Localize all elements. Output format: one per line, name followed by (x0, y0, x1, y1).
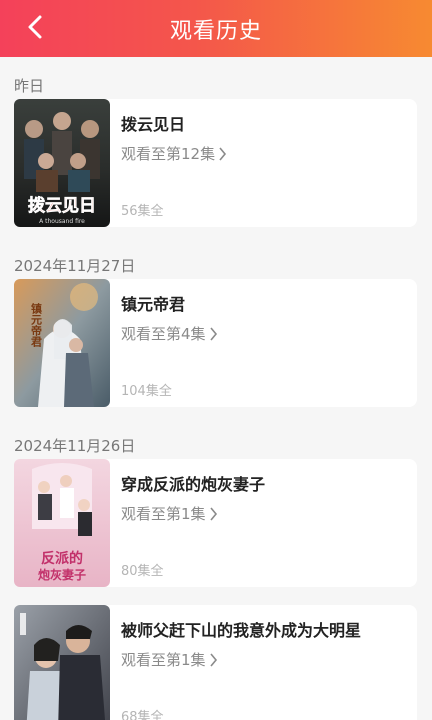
date-label: 昨日 (14, 77, 45, 95)
date-label: 2024年11月27日 (14, 257, 136, 275)
svg-text:炮灰妻子: 炮灰妻子 (38, 567, 86, 582)
list-item[interactable]: 拨云见日 A thousand fire 拨云见日 观看至第12集 56集全 (14, 99, 417, 227)
episode-count: 56集全 (121, 204, 164, 219)
chevron-right-icon (209, 652, 218, 667)
watch-progress-text: 观看至第4集 (121, 325, 206, 343)
watch-progress-text: 观看至第1集 (121, 651, 206, 669)
poster-image[interactable]: 拨云见日 A thousand fire (14, 99, 110, 227)
header-bar: 观看历史 (0, 0, 432, 57)
list-item[interactable]: 反派的 炮灰妻子 穿成反派的炮灰妻子 观看至第1集 80集全 (14, 459, 417, 587)
watch-progress[interactable]: 观看至第4集 (121, 323, 218, 344)
episode-count: 80集全 (121, 564, 164, 579)
poster-title-text: 拨云见日 (28, 195, 96, 216)
drama-title: 拨云见日 (121, 115, 186, 134)
poster-image[interactable]: 镇元帝君 (14, 279, 110, 407)
chevron-left-icon (28, 15, 42, 39)
drama-title: 穿成反派的炮灰妻子 (121, 475, 266, 494)
watch-progress-text: 观看至第1集 (121, 505, 206, 523)
chevron-right-icon (209, 326, 218, 341)
chevron-right-icon (209, 506, 218, 521)
watch-progress[interactable]: 观看至第1集 (121, 503, 218, 524)
history-list[interactable]: 昨日 拨云见日 A thousand fire 拨云见日 观看至第12集 56集… (0, 57, 432, 720)
watch-progress[interactable]: 观看至第12集 (121, 143, 227, 164)
drama-title: 被师父赶下山的我意外成为大明星 (121, 621, 362, 640)
page-title: 观看历史 (169, 18, 262, 44)
poster-image[interactable] (14, 605, 110, 720)
poster-subtitle-text: A thousand fire (39, 218, 85, 225)
list-item[interactable]: 镇元帝君 镇元帝君 观看至第4集 104集全 (14, 279, 417, 407)
episode-count: 68集全 (121, 710, 164, 720)
list-item[interactable]: 被师父赶下山的我意外成为大明星 观看至第1集 68集全 (14, 605, 417, 720)
drama-title: 镇元帝君 (121, 295, 186, 314)
episode-count: 104集全 (121, 384, 172, 399)
watch-progress[interactable]: 观看至第1集 (121, 649, 218, 670)
poster-image[interactable]: 反派的 炮灰妻子 (14, 459, 110, 587)
back-button[interactable] (18, 10, 52, 44)
watch-progress-text: 观看至第12集 (121, 145, 216, 163)
chevron-right-icon (218, 146, 227, 161)
date-label: 2024年11月26日 (14, 437, 136, 455)
svg-text:反派的: 反派的 (41, 550, 83, 567)
poster-title-text: 镇元帝君 (30, 302, 43, 348)
